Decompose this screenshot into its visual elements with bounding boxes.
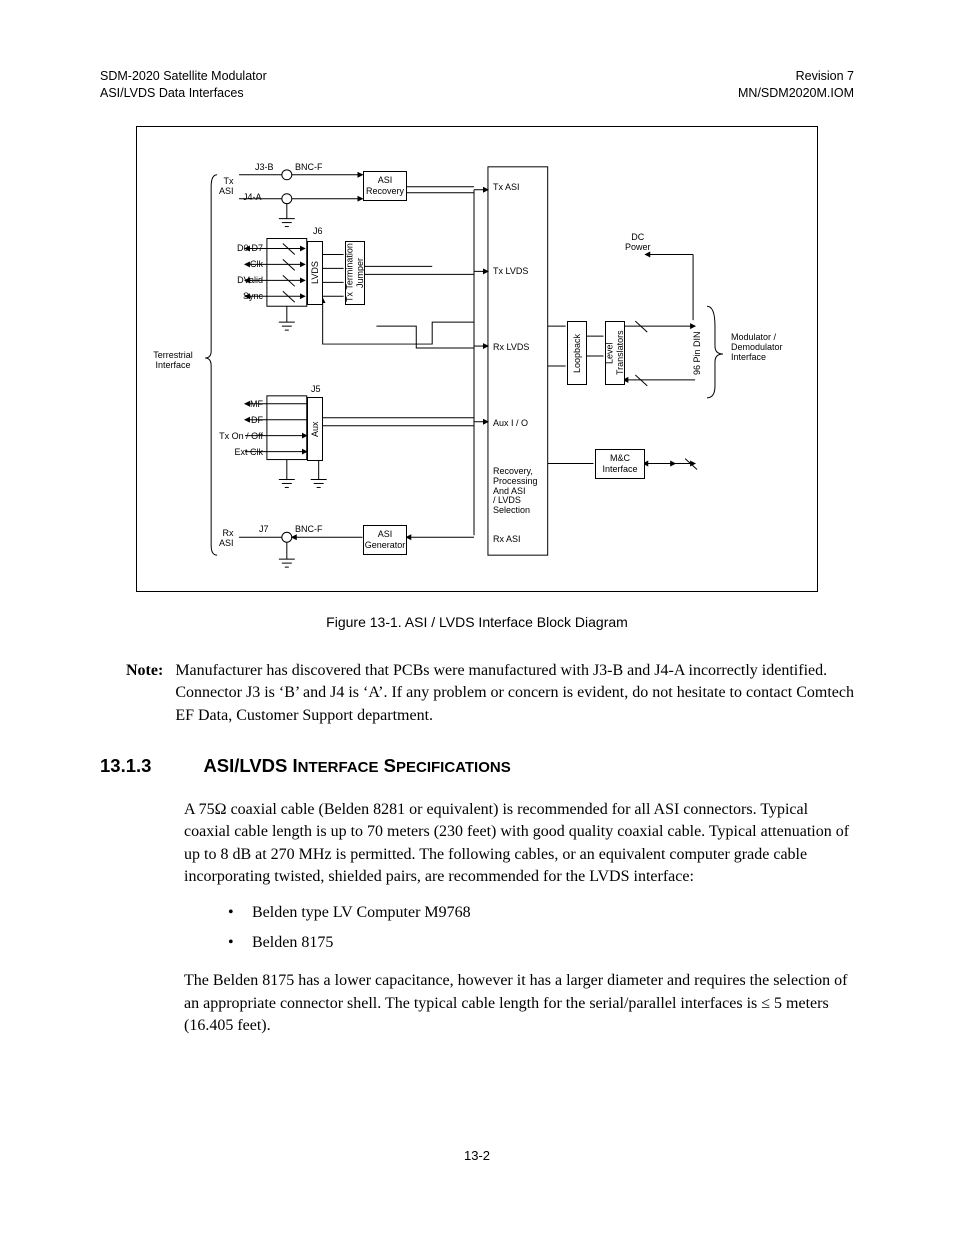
label-bncf-2: BNC-F — [295, 525, 323, 535]
box-lvds: LVDS — [307, 241, 323, 305]
label-dc-power: DC Power — [625, 233, 651, 253]
header-right: Revision 7 MN/SDM2020M.IOM — [738, 68, 854, 102]
note-block: Note: Manufacturer has discovered that P… — [126, 660, 854, 727]
header-right-line1: Revision 7 — [738, 68, 854, 85]
label-j3b: J3-B — [255, 163, 274, 173]
label-modulator-demod-interface: Modulator / Demodulator Interface — [731, 333, 783, 363]
label-d0d7: D0-D7 — [223, 244, 263, 254]
box-asi-recovery: ASI Recovery — [363, 171, 407, 201]
label-j4a: J4-A — [243, 193, 262, 203]
figure-caption: Figure 13-1. ASI / LVDS Interface Block … — [100, 614, 854, 630]
box-asi-generator: ASI Generator — [363, 525, 407, 555]
paragraph-1: A 75Ω coaxial cable (Belden 8281 or equi… — [184, 799, 854, 889]
label-tx-asi-left: Tx ASI — [219, 177, 234, 197]
label-rx-asi-left: Rx ASI — [219, 529, 234, 549]
block-diagram-figure: Terrestrial Interface Tx ASI J3-B BNC-F … — [136, 126, 818, 592]
page-header: SDM-2020 Satellite Modulator ASI/LVDS Da… — [100, 68, 854, 102]
list-item: Belden 8175 — [228, 934, 854, 952]
cable-list: Belden type LV Computer M9768 Belden 817… — [228, 904, 854, 952]
box-level-translators: Level Translators — [605, 321, 625, 385]
label-tx-asi: Tx ASI — [493, 183, 520, 193]
label-terrestrial-interface: Terrestrial Interface — [145, 351, 201, 371]
label-j7: J7 — [259, 525, 269, 535]
header-left-line1: SDM-2020 Satellite Modulator — [100, 68, 267, 85]
label-extclk: Ext Clk — [219, 448, 263, 458]
label-txon: Tx On / Off — [203, 432, 263, 442]
section-number: 13.1.3 — [100, 755, 151, 777]
box-loopback: Loopback — [567, 321, 587, 385]
note-label: Note: — [126, 660, 163, 727]
label-bncf-1: BNC-F — [295, 163, 323, 173]
section-heading: 13.1.3 ASI/LVDS INTERFACE SPECIFICATIONS — [100, 755, 854, 777]
header-left: SDM-2020 Satellite Modulator ASI/LVDS Da… — [100, 68, 267, 102]
label-clk: Clk — [223, 260, 263, 270]
label-aux-io: Aux I / O — [493, 419, 528, 429]
label-j6: J6 — [313, 227, 323, 237]
box-aux: Aux — [307, 397, 323, 461]
label-96pin-din: 96 Pin DIN — [693, 321, 707, 385]
box-mc-interface: M&C Interface — [595, 449, 645, 479]
label-tx-lvds: Tx LVDS — [493, 267, 528, 277]
header-right-line2: MN/SDM2020M.IOM — [738, 85, 854, 102]
section-title: ASI/LVDS INTERFACE SPECIFICATIONS — [203, 755, 510, 777]
list-item: Belden type LV Computer M9768 — [228, 904, 854, 922]
note-text: Manufacturer has discovered that PCBs we… — [175, 660, 854, 727]
label-mf: MF — [219, 400, 263, 410]
label-sync: Sync — [223, 292, 263, 302]
label-dvalid: DValid — [223, 276, 263, 286]
label-recovery-processing: Recovery, Processing And ASI / LVDS Sele… — [493, 467, 545, 516]
label-df: DF — [219, 416, 263, 426]
page-number: 13-2 — [100, 1148, 854, 1163]
box-tx-termination-jumper: Tx Termination Jumper — [345, 241, 365, 305]
label-j5: J5 — [311, 385, 321, 395]
label-rx-asi: Rx ASI — [493, 535, 521, 545]
paragraph-2: The Belden 8175 has a lower capacitance,… — [184, 970, 854, 1037]
header-left-line2: ASI/LVDS Data Interfaces — [100, 85, 267, 102]
diagram-lines — [137, 127, 817, 591]
label-rx-lvds: Rx LVDS — [493, 343, 529, 353]
